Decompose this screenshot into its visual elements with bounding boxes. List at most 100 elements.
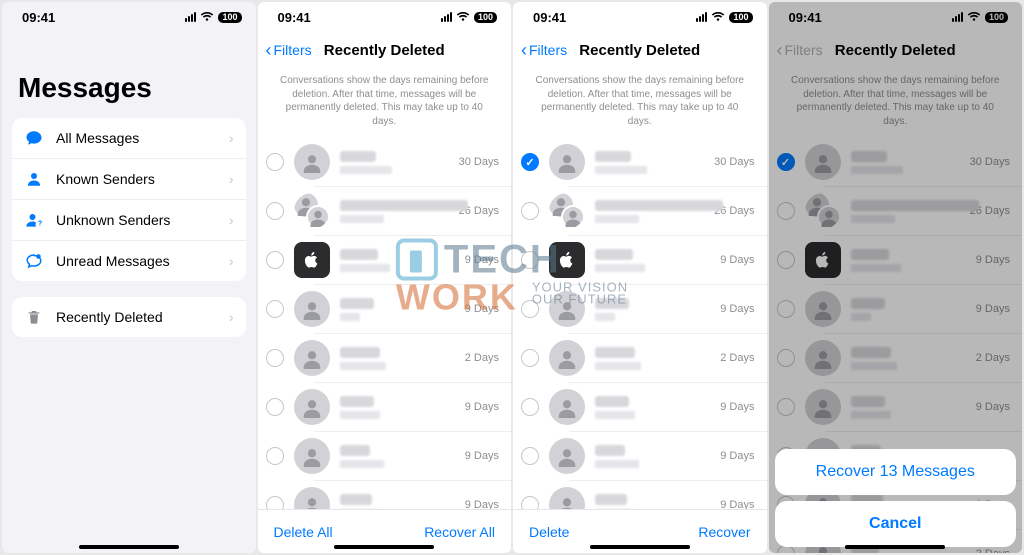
days-remaining: 9 Days [465, 499, 499, 509]
conversation-row[interactable]: 9 Days [258, 432, 512, 480]
back-button[interactable]: ‹Filters [521, 41, 567, 59]
signal-icon [441, 12, 452, 22]
chevron-right-icon: › [229, 171, 234, 187]
conversation-row[interactable]: 9 Days [513, 432, 767, 480]
select-radio[interactable] [266, 447, 284, 465]
cancel-button[interactable]: Cancel [775, 501, 1017, 547]
conversation-info [595, 151, 706, 174]
select-radio[interactable] [521, 349, 539, 367]
days-remaining: 9 Days [976, 401, 1010, 413]
days-remaining: 9 Days [976, 303, 1010, 315]
delete-button[interactable]: Delete [529, 524, 569, 540]
select-radio[interactable] [266, 398, 284, 416]
action-sheet: Recover 13 Messages Cancel [775, 449, 1017, 547]
conversation-info [851, 200, 962, 223]
info-text: Conversations show the days remaining be… [513, 68, 767, 138]
conversation-row[interactable]: 30 Days [513, 138, 767, 186]
conversation-info [340, 494, 457, 510]
wifi-icon [967, 12, 981, 22]
select-radio[interactable] [521, 251, 539, 269]
select-radio[interactable] [266, 251, 284, 269]
person-question-icon: ? [24, 210, 44, 230]
conversation-row[interactable]: 9 Days [258, 285, 512, 333]
conversation-row[interactable]: 9 Days [769, 383, 1023, 431]
signal-icon [185, 12, 196, 22]
avatar-person [294, 291, 330, 327]
conversation-row[interactable]: 2 Days [258, 334, 512, 382]
back-button[interactable]: ‹Filters [266, 41, 312, 59]
page-title: Messages [2, 32, 256, 118]
select-radio[interactable] [777, 398, 795, 416]
nav-title: Recently Deleted [835, 42, 956, 59]
filter-unread-messages[interactable]: Unread Messages › [12, 240, 246, 281]
filter-unknown-senders[interactable]: ? Unknown Senders › [12, 199, 246, 240]
conversation-row[interactable]: 9 Days [513, 236, 767, 284]
select-radio[interactable] [266, 496, 284, 509]
avatar-apple [805, 242, 841, 278]
select-radio[interactable] [521, 398, 539, 416]
select-radio[interactable] [777, 349, 795, 367]
chevron-right-icon: › [229, 130, 234, 146]
conversation-row[interactable]: 26 Days [769, 187, 1023, 235]
select-radio[interactable] [266, 153, 284, 171]
conversation-row[interactable]: 9 Days [258, 383, 512, 431]
conversation-row[interactable]: 2 Days [513, 334, 767, 382]
conversation-row[interactable]: 30 Days [769, 138, 1023, 186]
conversation-row[interactable]: 9 Days [769, 236, 1023, 284]
conversation-row[interactable]: 9 Days [769, 285, 1023, 333]
select-radio[interactable] [266, 202, 284, 220]
filter-known-senders[interactable]: Known Senders › [12, 158, 246, 199]
conversation-row[interactable]: 9 Days [513, 481, 767, 509]
avatar-group [549, 193, 585, 229]
filter-label: Unread Messages [56, 253, 170, 269]
filter-recently-deleted[interactable]: Recently Deleted › [12, 297, 246, 337]
recover-messages-button[interactable]: Recover 13 Messages [775, 449, 1017, 495]
chevron-right-icon: › [229, 309, 234, 325]
select-radio[interactable] [777, 300, 795, 318]
conversation-row[interactable]: 26 Days [513, 187, 767, 235]
recover-button[interactable]: Recover [698, 524, 750, 540]
recover-all-button[interactable]: Recover All [424, 524, 495, 540]
avatar-person [805, 291, 841, 327]
conversation-info [851, 298, 968, 321]
avatar-person [805, 144, 841, 180]
bubble-icon [24, 128, 44, 148]
select-radio[interactable] [266, 349, 284, 367]
delete-all-button[interactable]: Delete All [274, 524, 333, 540]
conversation-row[interactable]: 9 Days [258, 481, 512, 509]
avatar-person [549, 144, 585, 180]
days-remaining: 9 Days [720, 450, 754, 462]
conversation-row[interactable]: 9 Days [513, 383, 767, 431]
conversation-info [595, 396, 712, 419]
select-radio[interactable] [266, 300, 284, 318]
conversation-row[interactable]: 30 Days [258, 138, 512, 186]
days-remaining: 9 Days [720, 254, 754, 266]
select-radio[interactable] [521, 153, 539, 171]
select-radio[interactable] [777, 153, 795, 171]
select-radio[interactable] [521, 300, 539, 318]
conversation-row[interactable]: 26 Days [258, 187, 512, 235]
filter-label: Known Senders [56, 171, 155, 187]
home-indicator [845, 545, 945, 549]
conversation-info [340, 200, 451, 223]
select-radio[interactable] [777, 251, 795, 269]
select-radio[interactable] [521, 496, 539, 509]
avatar-person [549, 340, 585, 376]
avatar-person [294, 438, 330, 474]
home-indicator [79, 545, 179, 549]
conversation-info [595, 445, 712, 468]
status-bar: 09:41 100 [769, 2, 1023, 32]
select-radio[interactable] [777, 202, 795, 220]
avatar-person [294, 389, 330, 425]
select-radio[interactable] [521, 202, 539, 220]
chevron-right-icon: › [229, 253, 234, 269]
days-remaining: 2 Days [720, 352, 754, 364]
nav-title: Recently Deleted [324, 42, 445, 59]
chevron-left-icon: ‹ [266, 41, 272, 59]
conversation-row[interactable]: 9 Days [258, 236, 512, 284]
conversation-row[interactable]: 2 Days [769, 334, 1023, 382]
days-remaining: 9 Days [465, 450, 499, 462]
conversation-row[interactable]: 9 Days [513, 285, 767, 333]
select-radio[interactable] [521, 447, 539, 465]
filter-all-messages[interactable]: All Messages › [12, 118, 246, 158]
